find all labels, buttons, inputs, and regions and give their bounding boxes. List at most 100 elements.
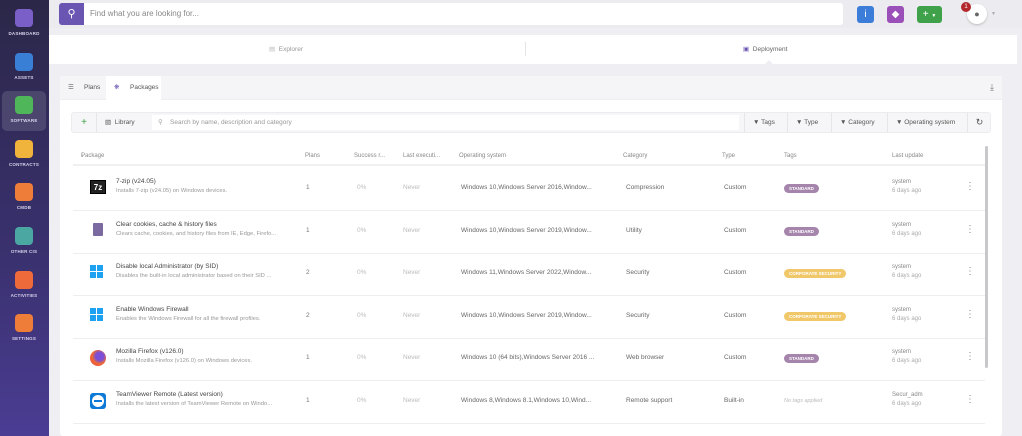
filter-icon: ▼ (896, 119, 903, 126)
refresh-icon[interactable]: ↻ (967, 113, 991, 132)
col-plans[interactable]: Plans (305, 153, 320, 159)
col-tags[interactable]: Tags (784, 153, 797, 159)
table-row[interactable]: Clear cookies, cache & history files Cle… (73, 211, 985, 254)
filter-category[interactable]: ▼ Category (831, 113, 887, 132)
filter-type[interactable]: ▼ Type (787, 113, 831, 132)
table-row[interactable]: Mozilla Firefox (v126.0) Installs Mozill… (73, 338, 985, 382)
notification-badge[interactable]: 1 (961, 2, 971, 12)
more-options-icon[interactable]: ⋮ (965, 309, 975, 320)
type: Custom (724, 269, 747, 277)
table-row[interactable]: Enable Windows Firewall Enables the Wind… (73, 296, 985, 339)
sidebar-item-activities[interactable]: ACTIVITIES (2, 266, 46, 306)
plans-count: 1 (306, 184, 310, 191)
updated-time: 6 days ago (892, 401, 922, 407)
operating-system: Windows 10,Windows Server 2019,Window... (461, 226, 592, 234)
tag-badge: CORPORATE SECURITY (784, 311, 847, 321)
sidebar-item-other-cis[interactable]: OTHER CIS (2, 222, 46, 262)
tab-packages[interactable]: ❋ Packages (106, 76, 161, 100)
tag-badge: STANDARD (784, 184, 819, 193)
tag-button[interactable]: ◆ (887, 6, 904, 23)
col-success[interactable]: Success r... (354, 153, 385, 159)
package-description: Clears cache, cookies, and history files… (116, 230, 277, 237)
tab-deployment[interactable]: ▣ Deployment (743, 45, 787, 53)
tag-badge: STANDARD (784, 354, 819, 364)
col-type[interactable]: Type (722, 153, 735, 159)
sidebar-item-software[interactable]: SOFTWARE (2, 91, 46, 132)
category: Security (626, 311, 650, 319)
library-button[interactable]: ▧ Library (96, 113, 148, 132)
updated-by: system (892, 306, 912, 313)
success-rate: 0% (357, 184, 367, 191)
package-name[interactable]: TeamViewer Remote (Latest version) (116, 391, 223, 398)
teamviewer-icon (90, 393, 106, 411)
global-search[interactable]: ⚲ Find what you are looking for... (59, 3, 843, 25)
sidebar-item-assets[interactable]: ASSETS (2, 48, 46, 88)
sidebar-item-settings[interactable]: SETTINGS (2, 309, 46, 349)
tab-plans[interactable]: ☰ Plans (60, 76, 106, 100)
more-options-icon[interactable]: ⋮ (965, 394, 975, 405)
search-icon[interactable]: ⚲ (59, 3, 84, 25)
add-package-button[interactable]: + (72, 113, 96, 132)
more-options-icon[interactable]: ⋮ (965, 181, 975, 192)
library-icon: ▧ (105, 119, 112, 126)
package-name[interactable]: Disable local Administrator (by SID) (116, 263, 218, 270)
sidebar-item-contracts[interactable]: CONTRACTS (2, 135, 46, 175)
scrollbar[interactable] (985, 146, 988, 368)
add-button[interactable]: + ▼ (917, 6, 942, 23)
table-header: Package ↓ Plans Success r... Last execut… (73, 148, 985, 166)
col-last-update[interactable]: Last update (892, 153, 923, 159)
search-icon: ⚲ (158, 119, 163, 126)
package-name[interactable]: Enable Windows Firewall (116, 306, 189, 313)
sidebar: DASHBOARD ASSETS SOFTWARE CONTRACTS CMDB OTHE… (0, 0, 49, 436)
last-execution: Never (403, 269, 421, 277)
sidebar-item-dashboard[interactable]: DASHBOARD (2, 4, 46, 44)
package-description: Installs the latest version of TeamViewe… (116, 401, 273, 407)
type: Custom (724, 311, 747, 319)
col-category[interactable]: Category (623, 153, 647, 159)
updated-time: 6 days ago (892, 230, 922, 237)
table-row[interactable]: 7z 7-zip (v24.05) Installs 7-zip (v24.05… (73, 168, 985, 211)
package-name[interactable]: Clear cookies, cache & history files (116, 221, 217, 228)
gauge-icon (15, 9, 33, 27)
filter-operating-system[interactable]: ▼ Operating system (887, 113, 967, 132)
last-execution: Never (403, 184, 421, 191)
last-execution: Never (403, 226, 421, 234)
sidebar-item-cmdb[interactable]: CMDB (2, 178, 46, 218)
filter-icon: ▼ (753, 119, 760, 126)
filter-icon: ▼ (796, 119, 803, 126)
last-execution: Never (403, 311, 421, 319)
package-name[interactable]: Mozilla Firefox (v126.0) (116, 348, 184, 355)
table-row[interactable]: Disable local Administrator (by SID) Dis… (73, 253, 985, 297)
more-options-icon[interactable]: ⋮ (965, 266, 975, 277)
category: Security (626, 269, 650, 277)
type: Custom (724, 184, 747, 191)
operating-system: Windows 10,Windows Server 2016,Window... (461, 184, 592, 191)
category: Web browser (626, 354, 665, 362)
chevron-down-icon[interactable]: ▼ (991, 11, 996, 17)
plans-count: 1 (306, 397, 310, 404)
category: Utility (626, 226, 642, 234)
updated-by: system (892, 264, 912, 271)
updated-time: 6 days ago (892, 315, 922, 322)
package-description: Enables the Windows Firewall for all the… (116, 315, 261, 322)
info-button[interactable]: i (857, 6, 874, 23)
table-row[interactable]: TeamViewer Remote (Latest version) Insta… (73, 381, 985, 424)
package-search-input[interactable]: ⚲ Search by name, description and categor… (152, 115, 739, 130)
plans-count: 1 (306, 226, 310, 234)
package-description: Installs 7-zip (v24.05) on Windows devic… (116, 188, 228, 194)
tab-explorer[interactable]: ▤ Explorer (269, 45, 303, 53)
operating-system: Windows 8,Windows 8.1,Windows 10,Wind... (461, 397, 592, 404)
col-os[interactable]: Operating system (459, 153, 506, 159)
success-rate: 0% (357, 354, 367, 362)
download-icon[interactable]: ⤓ (990, 82, 994, 93)
more-options-icon[interactable]: ⋮ (965, 351, 975, 362)
card-tabs: ☰ Plans ❋ Packages ⤓ (60, 76, 1002, 100)
package-name[interactable]: 7-zip (v24.05) (116, 178, 156, 185)
filter-tags[interactable]: ▼ Tags (744, 113, 787, 132)
updated-time: 6 days ago (892, 358, 922, 365)
toolbar: + ▧ Library ⚲ Search by name, description… (71, 112, 991, 133)
more-options-icon[interactable]: ⋮ (965, 224, 975, 235)
plans-count: 1 (306, 354, 310, 362)
col-last-exec[interactable]: Last executi... (403, 153, 440, 159)
global-search-input[interactable]: Find what you are looking for... (90, 9, 199, 18)
